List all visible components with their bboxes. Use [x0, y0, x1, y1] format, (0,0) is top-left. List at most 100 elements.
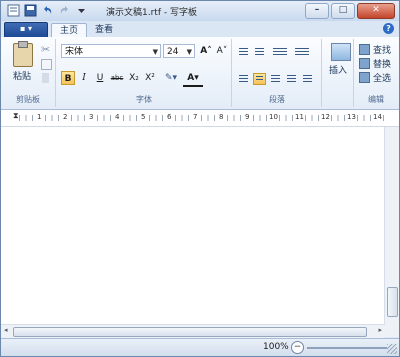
application-menu-button[interactable]: ▪ ▾: [4, 22, 48, 38]
help-icon[interactable]: ?: [383, 23, 394, 34]
font-group-label: 字体: [136, 95, 152, 104]
superscript-button[interactable]: X²: [143, 71, 157, 85]
italic-button[interactable]: I: [77, 71, 91, 85]
font-group: 宋体 ▼ 24 ▼ A˄ A˅ B I U abc X₂ X² ✎▾ A▾ 字体: [57, 39, 232, 107]
ruler-number: 10: [269, 113, 278, 121]
vertical-scrollbar[interactable]: [384, 127, 399, 324]
increase-indent-icon: [255, 48, 264, 56]
zoom-slider[interactable]: [307, 347, 387, 349]
window-title: 演示文稿1.rtf - 写字板: [106, 8, 197, 18]
align-left-button[interactable]: [237, 73, 250, 85]
ruler-number: 3: [89, 113, 94, 121]
font-size-select[interactable]: 24 ▼: [163, 44, 195, 58]
ruler-number: 4: [115, 113, 120, 121]
align-right-icon: [271, 75, 280, 83]
clipboard-group-label: 剪贴板: [16, 95, 40, 104]
scroll-left-icon[interactable]: ◂: [4, 326, 8, 334]
paragraph-group-label: 段落: [269, 95, 285, 104]
ruler[interactable]: ⧗ 1 2 3 4 5 6 7 8 9 10 11 12 13 14: [1, 110, 399, 127]
ruler-number: 12: [321, 113, 330, 121]
bold-button[interactable]: B: [61, 71, 75, 85]
editing-group: 查找 替换 全选 编辑: [353, 39, 399, 107]
align-left-icon: [239, 75, 248, 83]
underline-button[interactable]: U: [93, 71, 107, 85]
paragraph-dialog-button[interactable]: [301, 73, 314, 85]
insert-picture-icon[interactable]: [331, 43, 351, 61]
title-bar: 演示文稿1.rtf - 写字板 – □ ✕: [1, 1, 399, 21]
wordpad-window: 演示文稿1.rtf - 写字板 – □ ✕ ▪ ▾ 主页 查看 ? 粘贴 ✂ 剪…: [0, 0, 400, 357]
decrease-indent-icon: [239, 48, 248, 56]
align-center-button[interactable]: [253, 73, 266, 85]
ruler-number: 14: [373, 113, 382, 121]
redo-icon[interactable]: [58, 4, 71, 17]
save-icon[interactable]: [24, 4, 37, 17]
ruler-number: 1: [37, 113, 42, 121]
shrink-font-button[interactable]: A˅: [215, 44, 229, 58]
cut-icon[interactable]: ✂: [41, 43, 50, 56]
horizontal-scrollbar[interactable]: ◂ ▸: [1, 324, 385, 338]
ruler-number: 7: [193, 113, 198, 121]
tab-home[interactable]: 主页: [51, 23, 88, 38]
font-family-select[interactable]: 宋体 ▼: [61, 44, 161, 58]
bullet-list-button[interactable]: [271, 46, 289, 58]
ruler-number: 8: [219, 113, 224, 121]
customize-toolbar-icon[interactable]: [75, 4, 88, 17]
line-spacing-icon: [295, 48, 309, 56]
ruler-number: 13: [347, 113, 356, 121]
bullet-list-icon: [273, 48, 287, 56]
insert-group: 插入: [323, 39, 354, 107]
increase-indent-button[interactable]: [253, 46, 266, 58]
highlight-color-button[interactable]: ✎▾: [161, 71, 181, 85]
paragraph-group: 段落: [233, 39, 322, 107]
clipboard-group: 粘贴 ✂ 剪贴板: [1, 39, 56, 107]
ribbon: 粘贴 ✂ 剪贴板 宋体 ▼ 24 ▼ A˄ A˅ B I U abc X₂ X² ✎…: [1, 37, 399, 110]
chevron-down-icon: ▼: [186, 48, 192, 56]
scroll-right-icon[interactable]: ▸: [378, 326, 382, 334]
ribbon-tab-row: ▪ ▾ 主页 查看 ?: [1, 21, 399, 38]
maximize-button[interactable]: □: [331, 3, 355, 19]
zoom-level: 100%: [263, 342, 289, 352]
select-all-button[interactable]: 全选: [359, 71, 391, 84]
document-editor[interactable]: [1, 127, 385, 324]
paste-icon[interactable]: [13, 41, 33, 67]
vertical-scroll-thumb[interactable]: [387, 287, 398, 317]
ruler-number: 5: [141, 113, 146, 121]
align-right-button[interactable]: [269, 73, 282, 85]
chevron-down-icon: ▼: [152, 48, 158, 56]
ruler-number: 2: [63, 113, 68, 121]
insert-button[interactable]: 插入: [329, 63, 347, 76]
tab-view[interactable]: 查看: [87, 23, 121, 37]
format-painter-icon[interactable]: [42, 73, 49, 83]
strikethrough-button[interactable]: abc: [109, 71, 125, 85]
replace-button[interactable]: 替换: [359, 57, 391, 70]
quick-access-toolbar: [7, 4, 88, 17]
binoculars-icon: [359, 44, 370, 55]
resize-grip-icon[interactable]: [387, 344, 397, 354]
justify-icon: [287, 75, 296, 83]
scrollbar-corner: [385, 324, 399, 337]
justify-button[interactable]: [285, 73, 298, 85]
paste-button[interactable]: 粘贴: [13, 69, 31, 82]
line-spacing-button[interactable]: [293, 46, 311, 58]
ruler-number: 9: [245, 113, 250, 121]
window-controls: – □ ✕: [305, 3, 395, 19]
decrease-indent-button[interactable]: [237, 46, 250, 58]
subscript-button[interactable]: X₂: [127, 71, 141, 85]
app-icon: [7, 4, 20, 17]
grow-font-button[interactable]: A˄: [199, 44, 213, 58]
horizontal-scroll-thumb[interactable]: [13, 327, 367, 337]
text-color-button[interactable]: A▾: [183, 71, 203, 87]
undo-icon[interactable]: [41, 4, 54, 17]
paragraph-icon: [303, 75, 312, 83]
ruler-number: 6: [167, 113, 172, 121]
copy-icon[interactable]: [41, 59, 52, 70]
select-all-icon: [359, 72, 370, 83]
status-bar: 100% −: [1, 338, 399, 356]
align-center-icon: [256, 76, 263, 82]
editing-group-label: 编辑: [368, 95, 384, 104]
close-button[interactable]: ✕: [357, 3, 395, 19]
find-button[interactable]: 查找: [359, 43, 391, 56]
minimize-button[interactable]: –: [305, 3, 329, 19]
zoom-out-button[interactable]: −: [291, 341, 304, 354]
ruler-number: 11: [295, 113, 304, 121]
